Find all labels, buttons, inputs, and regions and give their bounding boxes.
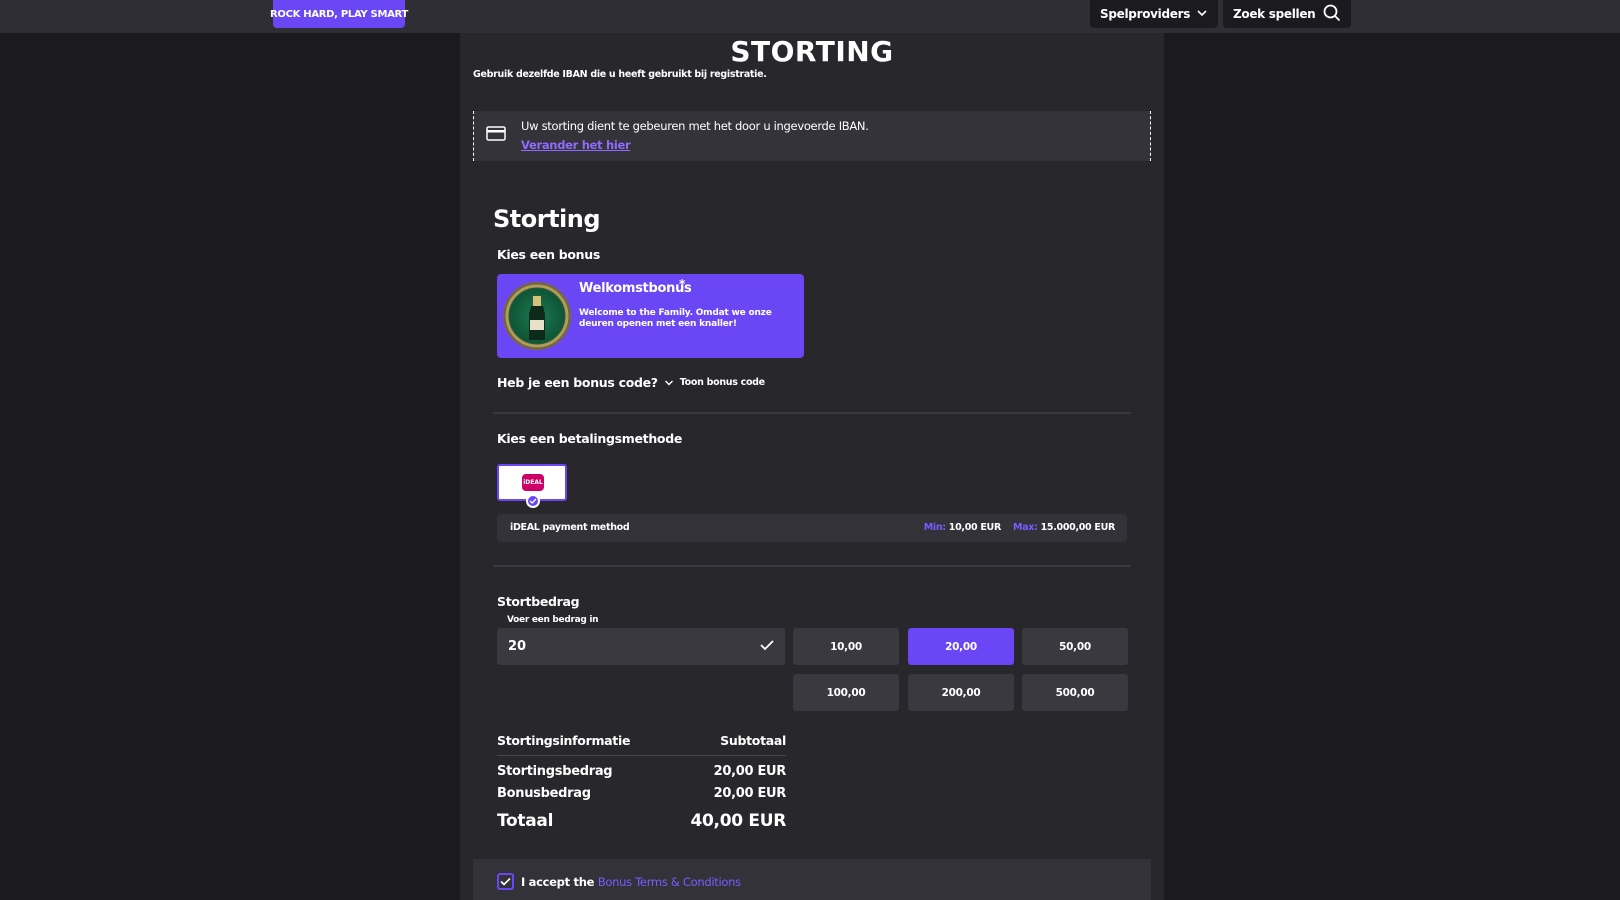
bonus-label: Kies een bonus [497,247,601,262]
champagne-bottle-icon [503,282,571,350]
divider [493,565,1131,567]
amount-option-50[interactable]: 50,00 [1022,628,1128,665]
max-value: 15.000,00 EUR [1040,522,1116,533]
bonus-code-question: Heb je een bonus code? [497,375,658,390]
payment-method-info: iDEAL payment method Min: 10,00 EUR Max:… [497,514,1127,542]
bonus-description: Welcome to the Family. Omdat we onze deu… [579,308,772,329]
summary-row-label: Bonusbedrag [497,786,591,801]
summary-header-left: Stortingsinformatie [497,733,631,748]
credit-card-icon [486,126,506,145]
amount-option-100[interactable]: 100,00 [793,674,899,711]
min-label: Min: [923,522,946,533]
payment-method-label: Kies een betalingsmethode [497,431,683,446]
providers-label: Spelproviders [1100,7,1191,21]
amount-option-500[interactable]: 500,00 [1022,674,1128,711]
search-games-button[interactable]: Zoek spellen [1223,0,1351,28]
search-label: Zoek spellen [1233,7,1316,21]
ideal-payment-tile[interactable]: iDEAL [497,464,567,508]
checkmark-icon [526,494,540,508]
amount-value: 20 [508,639,527,654]
notice-text: Uw storting dient te gebeuren met het do… [521,119,869,133]
payment-limits: Min: 10,00 EUR Max: 15.000,00 EUR [923,522,1116,533]
summary-total: Totaal 40,00 EUR [497,811,786,831]
bonus-title: Welkomstbonus [579,281,692,296]
total-label: Totaal [497,811,554,831]
max-label: Max: [1012,522,1038,533]
search-icon [1323,4,1341,25]
chevron-down-icon [1196,7,1208,22]
summary-row: Stortingsbedrag 20,00 EUR [497,764,786,779]
accept-terms-checkbox[interactable] [497,873,514,890]
promo-button[interactable]: ROCK HARD, PLAY SMART [270,0,408,28]
summary-row: Bonusbedrag 20,00 EUR [497,786,786,801]
amount-option-200[interactable]: 200,00 [908,674,1014,711]
checkmark-icon [760,639,774,655]
summary-header: Stortingsinformatie Subtotaal [497,733,786,756]
bonus-star: * [679,277,686,291]
summary-row-value: 20,00 EUR [713,764,787,779]
accept-terms-bar: I accept the Bonus Terms & Conditions [473,859,1151,900]
summary-row-label: Stortingsbedrag [497,764,613,779]
welcome-bonus-card[interactable]: Welkomstbonus * Welcome to the Family. O… [497,274,804,358]
payment-method-name: iDEAL payment method [510,522,630,533]
amount-input[interactable]: 20 [497,628,785,665]
top-navigation-bar: ROCK HARD, PLAY SMART Spelproviders Zoek… [0,0,1620,33]
total-value: 40,00 EUR [690,811,787,831]
min-value: 10,00 EUR [948,522,1001,533]
change-iban-link[interactable]: Verander het hier [521,138,631,152]
summary-header-right: Subtotaal [720,733,786,748]
iban-notice: Uw storting dient te gebeuren met het do… [473,111,1151,161]
divider [493,412,1131,414]
amount-hint: Voer een bedrag in [507,615,599,625]
amount-option-20[interactable]: 20,00 [908,628,1014,665]
amount-label: Stortbedrag [497,594,580,609]
chevron-down-icon [664,373,674,392]
show-bonus-code-label: Toon bonus code [679,377,765,388]
accept-terms-text: I accept the Bonus Terms & Conditions [521,875,741,889]
page-title: STORTING [730,35,894,68]
providers-dropdown[interactable]: Spelproviders [1090,0,1218,28]
amount-option-10[interactable]: 10,00 [793,628,899,665]
summary-row-value: 20,00 EUR [713,786,787,801]
bonus-code-toggle[interactable]: Heb je een bonus code? Toon bonus code [497,373,765,392]
accept-prefix: I accept the [521,875,595,889]
deposit-panel: STORTING Gebruik dezelfde IBAN die u hee… [460,33,1164,900]
ideal-logo: iDEAL [522,474,544,491]
page-subtitle: Gebruik dezelfde IBAN die u heeft gebrui… [473,69,767,80]
section-title: Storting [493,205,601,233]
bonus-terms-link[interactable]: Bonus Terms & Conditions [598,875,741,889]
